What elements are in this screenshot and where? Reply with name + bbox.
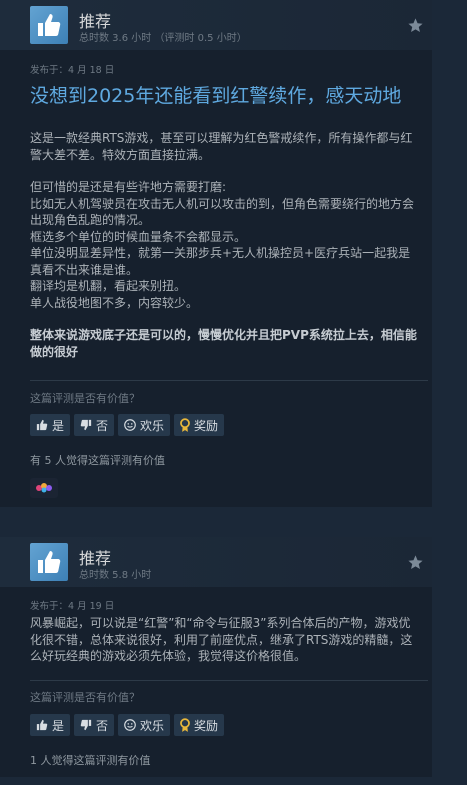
review-paragraph: 框选多个单位的时候血量条不会都显示。 — [30, 229, 247, 244]
review-card-1: 推荐 总时数 3.6 小时 （评测时 0.5 小时） 发布于：4 月 18 日 … — [0, 0, 432, 507]
vote-yes-button[interactable]: 是 — [30, 414, 71, 436]
smiley-icon — [124, 719, 136, 731]
thumbs-up-icon — [36, 419, 48, 431]
award-icon — [180, 417, 190, 432]
review-card-2: 推荐 总时数 5.8 小时 发布于：4 月 19 日 风暴崛起，可以说是“红警”… — [0, 537, 432, 777]
vote-funny-label: 欢乐 — [140, 418, 165, 433]
vote-funny-button[interactable]: 欢乐 — [118, 414, 171, 436]
vote-funny-label: 欢乐 — [140, 718, 165, 733]
review-header: 推荐 总时数 3.6 小时 （评测时 0.5 小时） — [0, 0, 432, 50]
vote-funny-button[interactable]: 欢乐 — [118, 714, 171, 736]
helpful-question: 这篇评测是否有价值？ — [30, 691, 140, 704]
thumbs-up-icon — [38, 551, 61, 573]
posted-date: 发布于：4 月 18 日 — [30, 65, 115, 76]
review-paragraph: 这是一款经典RTS游戏，甚至可以理解为红色警戒续作，所有操作都与红警大差不差。特… — [30, 131, 413, 162]
recommended-thumb-badge — [30, 6, 68, 44]
helpful-question: 这篇评测是否有价值？ — [30, 392, 140, 405]
award-button[interactable]: 奖励 — [174, 414, 225, 436]
review-conclusion: 整体来说游戏底子还是可以的，慢慢优化并且把PVP系统拉上去，相信能做的很好 — [30, 328, 417, 359]
thumbs-down-icon — [80, 419, 92, 431]
vote-no-label: 否 — [96, 418, 109, 433]
smiley-icon — [124, 419, 136, 431]
posted-date: 发布于：4 月 19 日 — [30, 601, 115, 612]
playtime-hours: 总时数 5.8 小时 — [79, 570, 152, 581]
vote-no-label: 否 — [96, 718, 109, 733]
divider — [30, 680, 428, 681]
award-label: 奖励 — [194, 418, 219, 433]
recommended-thumb-badge — [30, 543, 68, 581]
award-icon — [180, 717, 190, 732]
received-award-badge[interactable] — [30, 478, 58, 498]
vote-yes-label: 是 — [52, 718, 65, 733]
award-badge-icon — [36, 483, 52, 493]
review-paragraph: 单人战役地图不多，内容较少。 — [30, 295, 199, 310]
review-paragraph: 但可惜的是还是有些许地方需要打磨: — [30, 180, 227, 194]
review-headline: 没想到2025年还能看到红警续作，感天动地 — [30, 85, 402, 107]
review-body: 这是一款经典RTS游戏，甚至可以理解为红色警戒续作，所有操作都与红警大差不差。特… — [30, 130, 422, 360]
playtime-hours: 总时数 3.6 小时 （评测时 0.5 小时） — [79, 33, 247, 44]
divider — [30, 380, 428, 381]
review-paragraph: 风暴崛起，可以说是“红警”和“命令与征服3”系列合体后的产物，游戏优化很不错，总… — [30, 616, 413, 663]
vote-yes-label: 是 — [52, 418, 65, 433]
review-paragraph: 翻译均是机翻，看起来别扭。 — [30, 279, 187, 293]
review-paragraph: 比如无人机驾驶员在攻击无人机可以攻击的到，但角色需要绕行的地方会出现角色乱跑的情… — [30, 196, 415, 228]
review-header: 推荐 总时数 5.8 小时 — [0, 537, 432, 587]
vote-buttons: 是 否 欢乐 奖励 — [30, 414, 225, 436]
thumbs-up-icon — [36, 719, 48, 731]
helpful-count: 1 人觉得这篇评测有价值 — [30, 754, 151, 767]
award-button[interactable]: 奖励 — [174, 714, 225, 736]
thumbs-down-icon — [80, 719, 92, 731]
vote-no-button[interactable]: 否 — [74, 414, 115, 436]
vote-yes-button[interactable]: 是 — [30, 714, 71, 736]
thumbs-up-icon — [38, 14, 61, 36]
review-paragraph: 单位没明显差异性，就第一关那步兵+无人机操控员+医疗兵站一起我是真看不出来谁是谁… — [30, 246, 411, 277]
star-icon[interactable] — [407, 17, 424, 34]
star-icon[interactable] — [407, 554, 424, 571]
helpful-count: 有 5 人觉得这篇评测有价值 — [30, 454, 165, 467]
vote-no-button[interactable]: 否 — [74, 714, 115, 736]
award-label: 奖励 — [194, 718, 219, 733]
review-body: 风暴崛起，可以说是“红警”和“命令与征服3”系列合体后的产物，游戏优化很不错，总… — [30, 615, 422, 665]
vote-buttons: 是 否 欢乐 奖励 — [30, 714, 225, 736]
